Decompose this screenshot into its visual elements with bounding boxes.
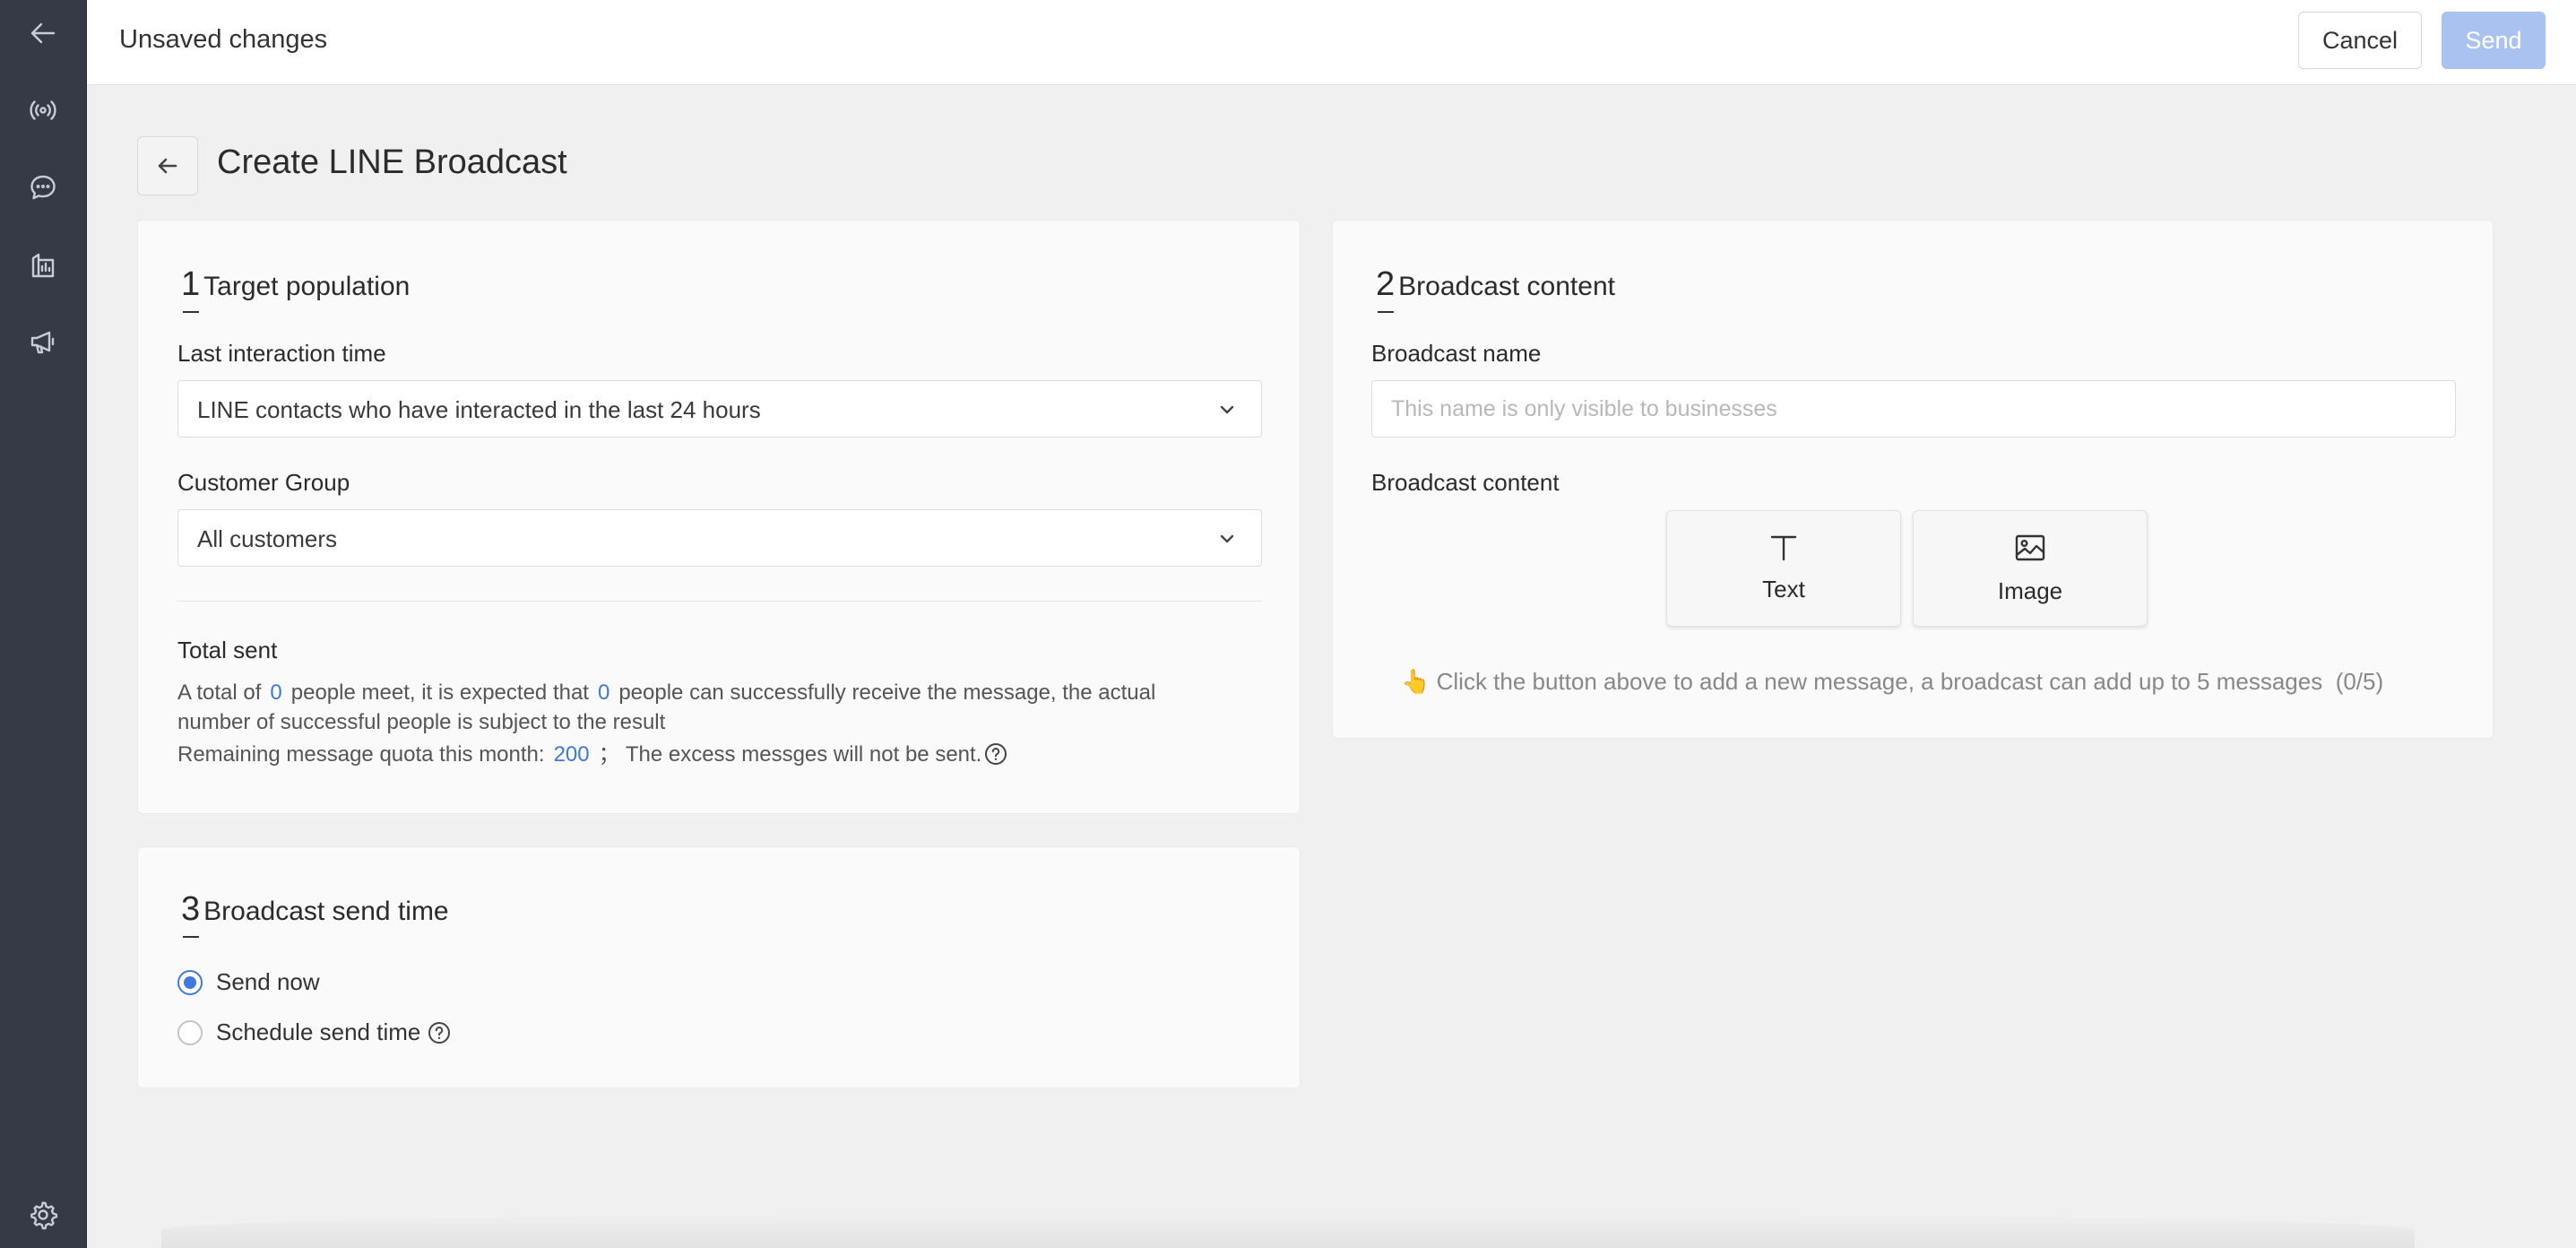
step-number: 2	[1376, 265, 1395, 313]
step-title: Broadcast send time	[203, 897, 449, 926]
send-now-label: Send now	[216, 968, 320, 995]
top-bar: Unsaved changes	[87, 0, 2576, 85]
unsaved-changes-title: Unsaved changes	[119, 25, 328, 54]
add-image-button[interactable]: Image	[1913, 510, 2148, 627]
broadcast-content-label: Broadcast content	[1371, 469, 1560, 496]
customer-group-select[interactable]: All customers	[177, 509, 1262, 567]
sendtime-heading: 3 Broadcast send time	[181, 890, 449, 938]
customer-group-value: All customers	[197, 525, 338, 552]
step-number: 3	[181, 890, 200, 938]
total-sent-line-2: number of successful people is subject t…	[177, 710, 666, 734]
help-circle-icon[interactable]	[984, 742, 1007, 766]
chevron-down-icon	[1216, 399, 1238, 420]
broadcast-content-card: 2 Broadcast content Broadcast name Broad…	[1332, 220, 2494, 739]
meet-count: 0	[270, 680, 282, 705]
total-sent-line-1: A total of 0 people meet, it is expected t…	[177, 678, 1155, 707]
broadcast-name-input[interactable]	[1371, 380, 2456, 438]
step-title: Target population	[203, 272, 411, 301]
target-population-card: 1 Target population Last interaction tim…	[137, 220, 1301, 814]
total-text-c: people can successfully receive the mess…	[618, 680, 1156, 705]
total-text-a: A total of	[177, 680, 262, 705]
customer-group-label: Customer Group	[177, 469, 350, 496]
settings-gear-icon[interactable]	[23, 1195, 63, 1235]
content-heading: 2 Broadcast content	[1376, 265, 1615, 313]
hint-text: Click the button above to add a new mess…	[1436, 668, 2323, 695]
total-sent-label: Total sent	[177, 637, 278, 663]
add-text-label: Text	[1762, 576, 1805, 602]
cancel-button[interactable]: Cancel	[2298, 12, 2422, 69]
send-time-card: 3 Broadcast send time Send now Schedule …	[137, 846, 1301, 1088]
send-button[interactable]: Send	[2442, 12, 2546, 69]
add-text-button[interactable]: Text	[1666, 510, 1901, 627]
bottom-shadow	[161, 1212, 2415, 1248]
interaction-time-select[interactable]: LINE contacts who have interacted in the…	[177, 380, 1262, 438]
back-arrow-icon	[158, 158, 177, 174]
quota-text-a: Remaining message quota this month:	[177, 742, 545, 767]
step-number: 1	[181, 265, 200, 313]
receive-count: 0	[597, 680, 610, 705]
schedule-option[interactable]: Schedule send time	[177, 1018, 451, 1046]
schedule-label: Schedule send time	[216, 1018, 421, 1045]
pointing-up-icon: 👆	[1401, 668, 1431, 695]
chevron-down-icon	[1216, 528, 1238, 550]
quota-text-b: ； The excess messges will not be sent.	[598, 742, 982, 767]
add-message-hint: 👆 Click the button above to add a new me…	[1401, 668, 2383, 696]
broadcast-name-label: Broadcast name	[1371, 340, 1542, 367]
interaction-label: Last interaction time	[177, 340, 386, 367]
send-now-radio[interactable]	[177, 969, 203, 995]
megaphone-icon[interactable]	[23, 322, 63, 361]
add-image-label: Image	[1997, 577, 2063, 604]
message-count: (0/5)	[2335, 668, 2384, 695]
divider	[177, 601, 1262, 602]
interaction-time-value: LINE contacts who have interacted in the…	[197, 396, 761, 423]
quota-value: 200	[553, 742, 590, 767]
chat-icon[interactable]	[23, 168, 63, 207]
page-title: Create LINE Broadcast	[217, 143, 567, 181]
analytics-icon[interactable]	[23, 245, 63, 284]
quota-line: Remaining message quota this month: 200 ； …	[177, 740, 1007, 769]
schedule-radio[interactable]	[177, 1019, 203, 1045]
total-text-b: people meet, it is expected that	[290, 680, 589, 705]
step-title: Broadcast content	[1398, 272, 1615, 301]
page-back-button[interactable]	[137, 136, 198, 195]
help-circle-icon[interactable]	[428, 1021, 451, 1044]
sidebar	[0, 0, 87, 1248]
broadcast-icon[interactable]	[23, 91, 63, 130]
target-heading: 1 Target population	[181, 265, 411, 313]
text-type-icon	[1667, 531, 1900, 565]
back-arrow-icon[interactable]	[23, 13, 63, 53]
image-icon	[1914, 531, 2147, 565]
send-now-option[interactable]: Send now	[177, 968, 320, 996]
